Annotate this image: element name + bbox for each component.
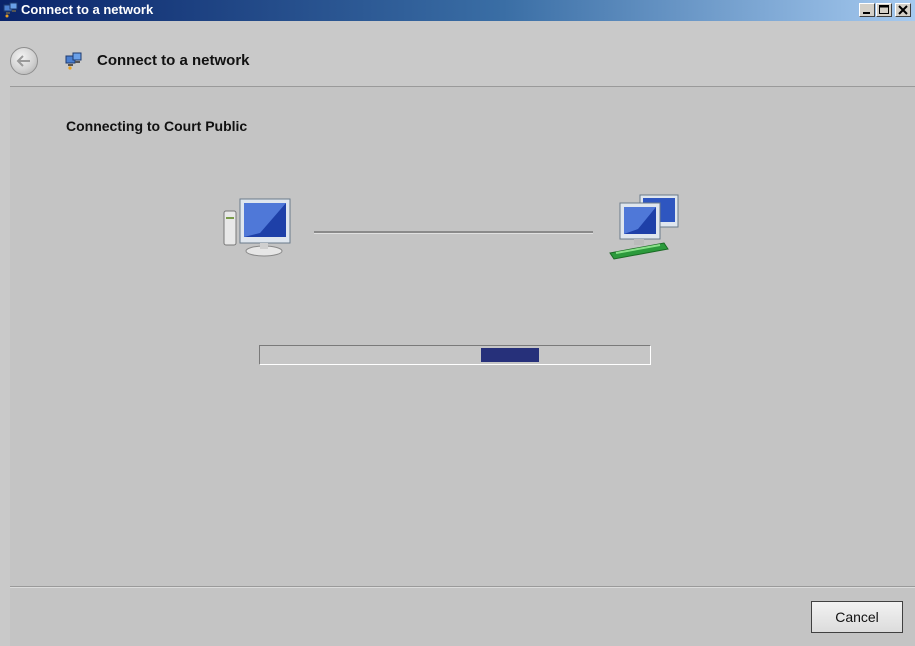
network-wizard-icon — [65, 52, 83, 70]
minimize-icon — [863, 12, 870, 14]
minimize-button[interactable] — [859, 3, 875, 17]
wizard-header: Connect to a network — [0, 21, 915, 87]
network-icon — [606, 193, 684, 270]
network-wizard-icon — [3, 2, 19, 18]
page-title: Connect to a network — [97, 52, 250, 69]
back-button[interactable] — [10, 47, 38, 75]
maximize-button[interactable] — [876, 3, 892, 17]
computer-icon — [220, 193, 298, 264]
connection-progress-bar — [259, 345, 651, 365]
connection-line — [314, 231, 593, 234]
connect-to-network-window: Connect to a network Connect to a networ… — [0, 0, 915, 646]
title-bar[interactable]: Connect to a network — [0, 0, 915, 21]
close-icon — [898, 5, 908, 15]
cancel-button[interactable]: Cancel — [811, 601, 903, 633]
window-frame — [0, 21, 10, 646]
window-title: Connect to a network — [21, 2, 154, 17]
back-arrow-icon — [16, 55, 30, 67]
divider — [10, 587, 915, 588]
progress-marquee-chunk — [481, 348, 539, 362]
maximize-icon — [879, 5, 889, 14]
status-text: Connecting to Court Public — [66, 118, 248, 134]
close-button[interactable] — [895, 3, 911, 17]
divider — [10, 86, 915, 87]
